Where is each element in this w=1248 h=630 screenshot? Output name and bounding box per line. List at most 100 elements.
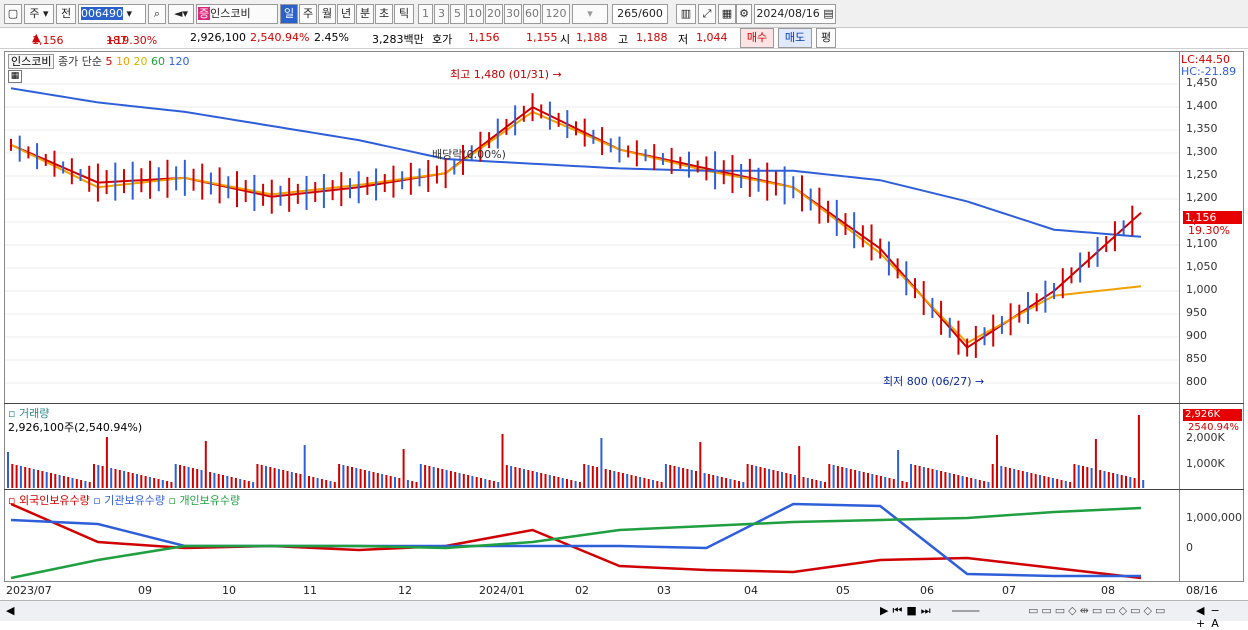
volume-bar xyxy=(437,468,439,488)
volume-bar xyxy=(359,469,362,488)
volume-bar xyxy=(561,478,564,488)
chart-tool-icon[interactable]: ⤢ xyxy=(698,4,716,24)
volume-bar xyxy=(1077,465,1080,488)
buy-button[interactable]: 매수 xyxy=(740,28,774,48)
volume-bar xyxy=(217,474,220,488)
market-select[interactable]: 주 ▾ xyxy=(24,4,54,24)
minute-custom-select[interactable]: ▾ xyxy=(572,4,608,24)
volume-bar xyxy=(1103,471,1106,488)
volume-bar xyxy=(308,476,310,488)
legend-ma120[interactable]: 120 xyxy=(168,55,189,68)
volume-bar xyxy=(664,464,667,488)
volume-bar xyxy=(888,478,891,488)
minute-10[interactable]: 10 xyxy=(466,4,484,24)
volume-bar xyxy=(600,438,603,488)
legend-stock-name[interactable]: 인스코비 xyxy=(8,54,55,69)
volume-bar xyxy=(28,468,31,488)
period-year[interactable]: 년 xyxy=(337,4,355,24)
volume-bar xyxy=(389,476,392,488)
volume-bar xyxy=(1086,467,1089,488)
legend-ma20[interactable]: 20 xyxy=(133,55,147,68)
volume-bar xyxy=(725,478,728,488)
minute-120[interactable]: 120 xyxy=(542,4,570,24)
minute-60[interactable]: 60 xyxy=(523,4,541,24)
zoom-controls[interactable]: ◀−+A xyxy=(1196,604,1248,630)
price-tick: 1,000 xyxy=(1186,283,1218,296)
layout-icon[interactable]: ▢ xyxy=(4,4,22,24)
period-tick[interactable]: 틱 xyxy=(394,4,414,24)
volume-bar xyxy=(996,435,998,488)
volume-bar xyxy=(841,467,844,488)
volume-bar xyxy=(1107,472,1110,488)
scroll-left-icon[interactable]: ◀ xyxy=(6,604,14,617)
series-line-종가 xyxy=(10,105,1142,349)
volume-bar xyxy=(970,478,973,488)
volume-bar xyxy=(548,475,551,488)
period-day[interactable]: 일 xyxy=(280,4,298,24)
volume-bar xyxy=(497,482,500,488)
sell-button[interactable]: 매도 xyxy=(778,28,812,48)
volume-bar xyxy=(54,474,57,488)
price-tick: 1,450 xyxy=(1186,76,1218,89)
stock-name-field[interactable]: 증인스코비 xyxy=(196,4,278,24)
period-second[interactable]: 초 xyxy=(375,4,393,24)
zoom-slider[interactable]: ⎯⎯⎯⎯⎯ xyxy=(952,604,980,618)
sound-icon[interactable]: ◄▾ xyxy=(168,4,194,24)
legend-ma60[interactable]: 60 xyxy=(151,55,165,68)
stock-code-input[interactable]: 006490 ▾ xyxy=(78,4,146,24)
candle-icon[interactable]: ▥ xyxy=(676,4,696,24)
volume-bar xyxy=(239,479,242,488)
volume-bar xyxy=(50,473,52,488)
drawing-tools[interactable]: ▭▭▭◇⇹▭▭◇▭◇▭ xyxy=(1028,604,1168,617)
volume-bar xyxy=(630,475,633,488)
volume-bar xyxy=(136,474,138,488)
volume-bar xyxy=(914,465,917,488)
minute-3[interactable]: 3 xyxy=(434,4,449,24)
volume-bar xyxy=(260,465,263,488)
period-month[interactable]: 월 xyxy=(318,4,336,24)
price-tick: 850 xyxy=(1186,352,1207,365)
legend-foreign: ▫ 외국인보유수량 xyxy=(8,494,90,507)
volume-bar xyxy=(480,478,482,488)
minute-30[interactable]: 30 xyxy=(504,4,522,24)
grid-icon[interactable]: ▦ xyxy=(718,4,736,24)
legend-ma10[interactable]: 10 xyxy=(116,55,130,68)
volume-bar xyxy=(634,476,637,488)
minute-1[interactable]: 1 xyxy=(418,4,433,24)
volume-bar xyxy=(153,478,156,488)
volume-bar xyxy=(170,482,173,488)
quote-bar: 1,156 ▲ 187 +19.30% 2,926,100 2,540.94% … xyxy=(0,28,1248,49)
volume-bar xyxy=(772,470,775,488)
volume-bar xyxy=(1013,469,1016,488)
toolbar: ▢ 주 ▾ 전 006490 ▾ ⌕ ◄▾ 증인스코비 일 주 월 년 분 초 … xyxy=(0,0,1248,28)
volume-bar xyxy=(974,479,977,488)
period-week[interactable]: 주 xyxy=(299,4,317,24)
volume-bar xyxy=(299,474,302,488)
volume-bar xyxy=(617,472,620,488)
date-field[interactable]: 2024/08/16 ▤ xyxy=(754,4,836,24)
volume-bar xyxy=(1026,472,1029,488)
minute-5[interactable]: 5 xyxy=(450,4,465,24)
prev-button[interactable]: 전 xyxy=(56,4,76,24)
open-price: 1,188 xyxy=(576,31,608,44)
minute-20[interactable]: 20 xyxy=(485,4,503,24)
count-field[interactable]: 265/600 xyxy=(612,4,668,24)
volume-bar xyxy=(424,465,427,488)
volume-bar xyxy=(927,468,930,488)
turnover: 2.45% xyxy=(314,31,349,44)
search-icon[interactable]: ⌕ xyxy=(148,4,166,24)
period-minute[interactable]: 분 xyxy=(356,4,374,24)
volume-bar xyxy=(454,472,457,488)
table-icon[interactable]: ▦ xyxy=(8,70,22,83)
volume-bar xyxy=(166,481,169,488)
eval-button[interactable]: 평 xyxy=(816,28,836,48)
volume-bar xyxy=(806,478,809,488)
volume-bar xyxy=(690,470,693,488)
x-label-02: 02 xyxy=(575,584,589,597)
legend-ma5[interactable]: 5 xyxy=(105,55,112,68)
series-line-5 xyxy=(10,110,1142,345)
volume-bar xyxy=(1069,482,1072,488)
nav-controls[interactable]: ▶⏮■⏭ xyxy=(880,604,935,618)
settings-icon[interactable]: ⚙ xyxy=(736,4,752,24)
volume-bar xyxy=(277,469,280,488)
